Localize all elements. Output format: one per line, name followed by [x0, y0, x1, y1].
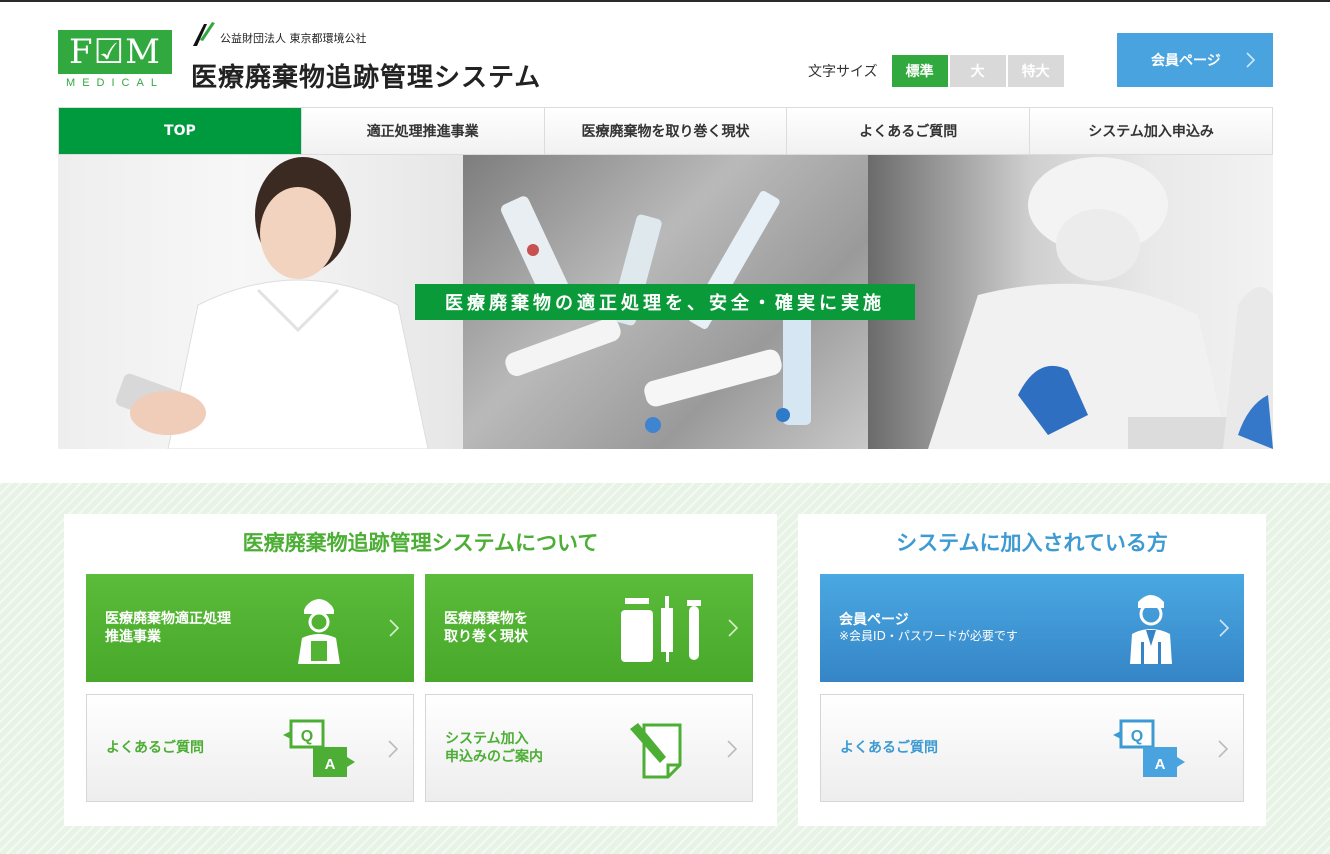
- tile-line1: よくあるご質問: [840, 739, 938, 756]
- tile-current-situation[interactable]: 医療廃棄物を 取り巻く現状: [425, 574, 753, 682]
- nav-current-situation[interactable]: 医療廃棄物を取り巻く現状: [545, 108, 788, 154]
- font-size-label: 文字サイズ: [808, 64, 878, 80]
- member-page-button[interactable]: 会員ページ: [1117, 33, 1273, 87]
- workers-illustration: [928, 157, 1273, 449]
- top-border: [0, 0, 1330, 2]
- hero-caption: 医療廃棄物の適正処理を、安全・確実に実施: [415, 284, 915, 320]
- lower-section: 医療廃棄物追跡管理システムについて 医療廃棄物適正処理 推進事業 医療廃棄物を …: [0, 483, 1330, 854]
- tile-text: 医療廃棄物を 取り巻く現状: [444, 574, 528, 682]
- chevron-right-icon: [388, 740, 399, 758]
- tile-text: よくあるご質問: [840, 695, 938, 801]
- tile-line1: 医療廃棄物を: [444, 610, 528, 627]
- svg-text:Q: Q: [1131, 728, 1143, 745]
- site-title: 医療廃棄物追跡管理システム: [191, 63, 542, 93]
- hero-worker-photo: [868, 155, 1273, 449]
- tile-member-page[interactable]: 会員ページ ※会員ID・パスワードが必要です: [820, 574, 1244, 682]
- chevron-right-icon: [389, 619, 400, 637]
- chevron-right-icon: [727, 740, 738, 758]
- nurse-illustration: [115, 157, 429, 449]
- tile-line2: 推進事業: [105, 629, 161, 645]
- nav-application[interactable]: システム加入申込み: [1030, 108, 1272, 154]
- tile-text: 会員ページ ※会員ID・パスワードが必要です: [839, 574, 1018, 682]
- nav-top[interactable]: TOP: [59, 108, 302, 154]
- tile-line2: 申込みのご案内: [445, 749, 543, 765]
- org-emblem-icon: [193, 22, 215, 46]
- worker-clipboard-icon: [298, 599, 340, 664]
- tile-note: ※会員ID・パスワードが必要です: [839, 629, 1018, 644]
- tile-faq[interactable]: よくあるご質問 Q A: [86, 694, 414, 802]
- application-form-icon: [630, 723, 682, 779]
- qa-icon: Q A: [283, 719, 355, 777]
- font-size-switcher: 文字サイズ 標準 大 特大: [808, 55, 1066, 87]
- svg-text:A: A: [1155, 756, 1166, 773]
- member-title: システムに加入されている方: [896, 531, 1168, 555]
- hero-banner: 医療廃棄物の適正処理を、安全・確実に実施: [58, 155, 1273, 449]
- tile-text: 医療廃棄物適正処理 推進事業: [105, 574, 231, 682]
- hero-nurse-photo: [58, 155, 463, 449]
- font-size-standard-button[interactable]: 標準: [891, 55, 948, 87]
- tile-text: システム加入 申込みのご案内: [445, 695, 543, 801]
- fem-medical-logo[interactable]: F☑M MEDICAL: [58, 30, 172, 90]
- svg-text:A: A: [325, 756, 336, 773]
- qa-icon: Q A: [1113, 719, 1185, 777]
- tile-line1: よくあるご質問: [106, 739, 204, 756]
- tile-text: よくあるご質問: [106, 695, 204, 801]
- nav-faq[interactable]: よくあるご質問: [787, 108, 1031, 154]
- medical-vials-icon: [621, 596, 701, 662]
- tile-line1: 会員ページ: [839, 612, 909, 629]
- tile-member-faq[interactable]: よくあるご質問 Q A: [820, 694, 1244, 802]
- tile-line1: システム加入: [445, 730, 529, 747]
- font-size-large-button[interactable]: 大: [949, 55, 1006, 87]
- chevron-right-icon: [1218, 740, 1229, 758]
- doctor-icon: [1130, 595, 1172, 664]
- member-page-label: 会員ページ: [1151, 53, 1221, 69]
- organization: 公益財団法人 東京都環境公社: [190, 20, 367, 48]
- tile-line1: 医療廃棄物適正処理: [105, 610, 231, 627]
- chevron-right-icon: [1219, 619, 1230, 637]
- tile-line2: 取り巻く現状: [444, 629, 528, 645]
- org-name: 公益財団法人 東京都環境公社: [220, 32, 367, 45]
- about-title: 医療廃棄物追跡管理システムについて: [242, 531, 599, 555]
- tile-application-guide[interactable]: システム加入 申込みのご案内: [425, 694, 753, 802]
- logo-mark: F☑M: [58, 30, 172, 74]
- nav-proper-treatment[interactable]: 適正処理推進事業: [302, 108, 545, 154]
- global-nav: TOP 適正処理推進事業 医療廃棄物を取り巻く現状 よくあるご質問 システム加入…: [58, 107, 1273, 155]
- svg-text:Q: Q: [301, 728, 313, 745]
- tile-proper-treatment[interactable]: 医療廃棄物適正処理 推進事業: [86, 574, 414, 682]
- font-size-xlarge-button[interactable]: 特大: [1007, 55, 1064, 87]
- logo-subtitle: MEDICAL: [66, 77, 164, 89]
- member-card: システムに加入されている方 会員ページ ※会員ID・パスワードが必要です よくあ…: [798, 514, 1266, 826]
- chevron-right-icon: [728, 619, 739, 637]
- about-system-card: 医療廃棄物追跡管理システムについて 医療廃棄物適正処理 推進事業 医療廃棄物を …: [64, 514, 777, 826]
- chevron-right-icon: [1246, 52, 1256, 68]
